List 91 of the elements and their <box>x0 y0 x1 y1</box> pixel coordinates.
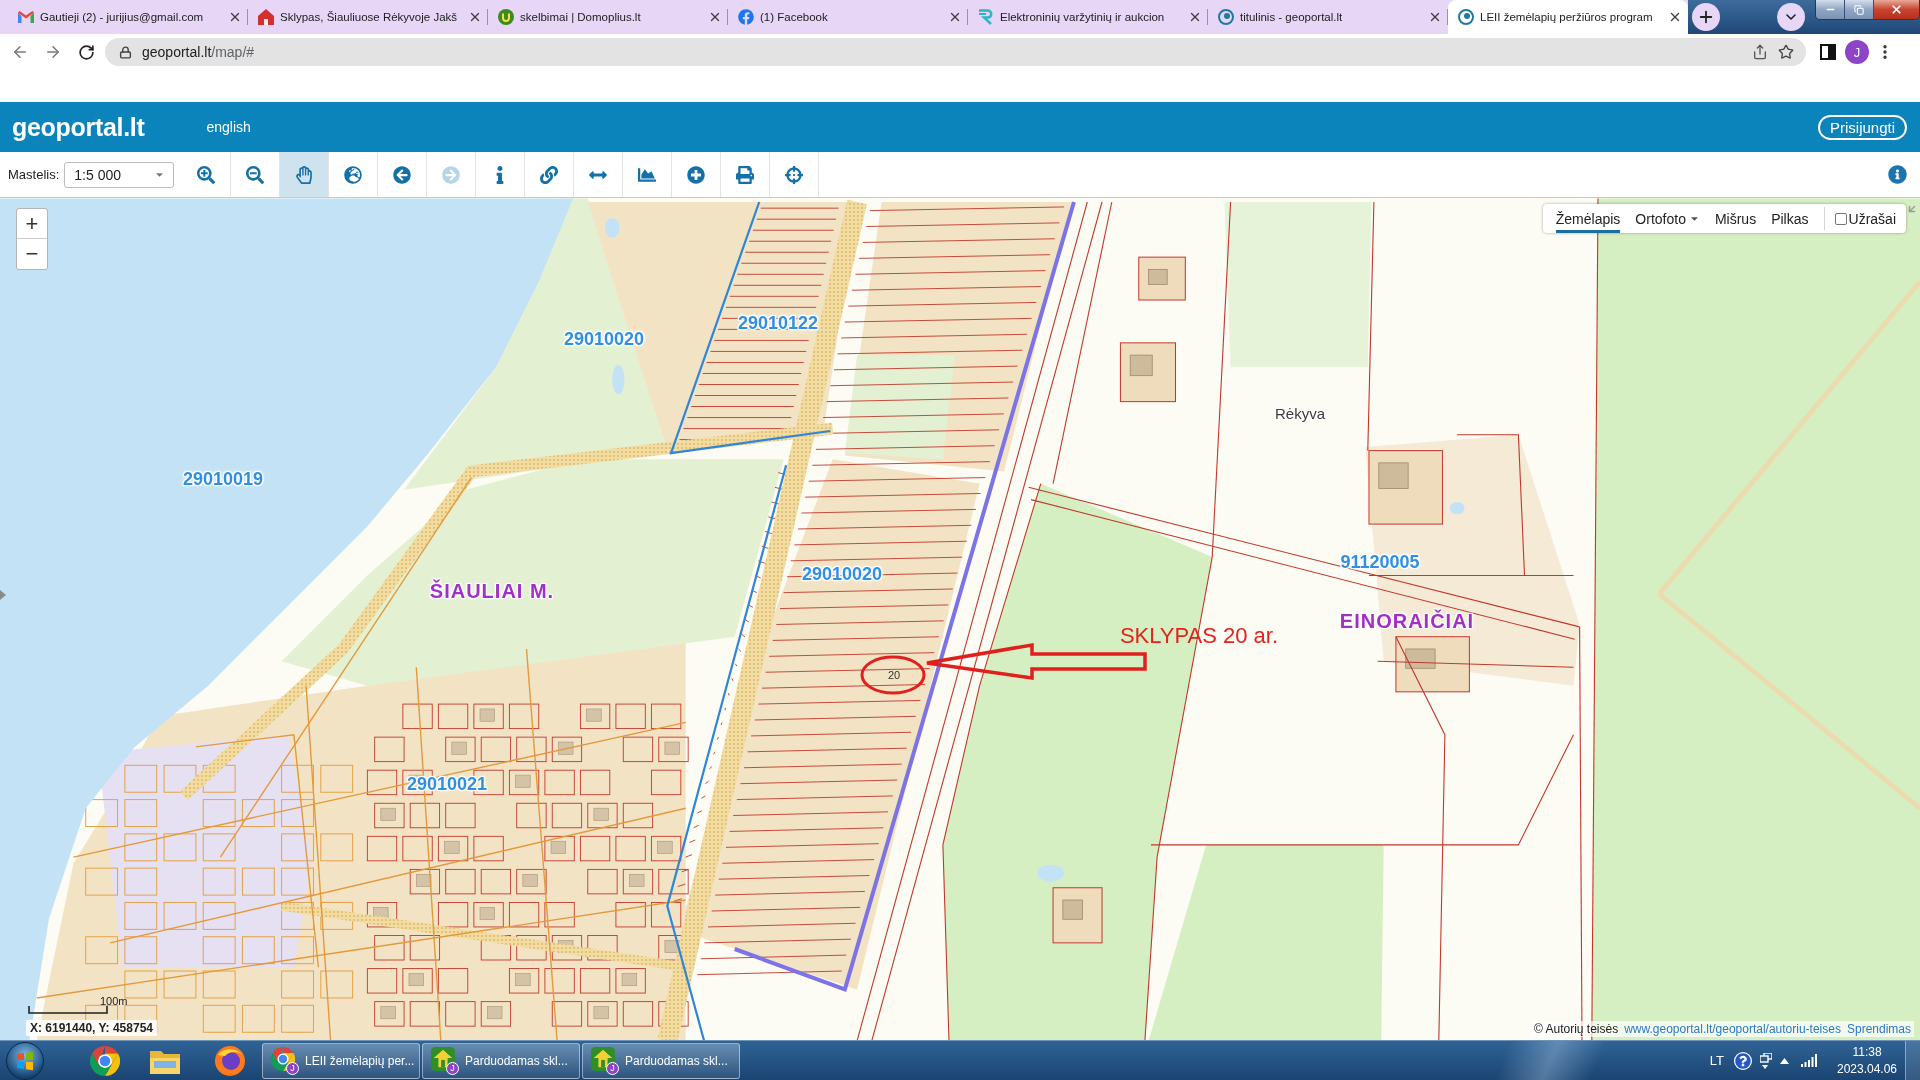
start-orb-icon[interactable] <box>6 1041 44 1080</box>
up-arrow-icon[interactable] <box>1780 1057 1789 1064</box>
scale-label: Mastelis: <box>8 167 60 182</box>
parcel-number-label: 20 <box>887 669 901 681</box>
cadastre-number-label: 29010019 <box>182 468 264 490</box>
close-icon[interactable] <box>228 10 242 24</box>
place-name-label: ŠIAULIAI M. <box>429 579 555 603</box>
copyright-link[interactable]: www.geoportal.lt/geoportal/autoriu-teises <box>1624 1022 1841 1036</box>
cadastre-number-label: 91120005 <box>1340 551 1420 573</box>
zoom-in-icon <box>197 165 215 184</box>
close-icon[interactable] <box>708 10 722 24</box>
address-field[interactable]: geoportal.lt/map/# <box>105 38 1806 66</box>
close-icon[interactable] <box>948 10 962 24</box>
close-icon[interactable] <box>1668 10 1682 24</box>
cadastre-number-label: 29010020 <box>801 563 883 585</box>
tab-search-button[interactable] <box>1777 3 1805 31</box>
village-name-label: Rėkyva <box>1275 404 1325 422</box>
close-icon[interactable] <box>468 10 482 24</box>
eye-logo-icon <box>1458 9 1474 25</box>
swirl-logo-icon <box>978 9 994 25</box>
map-type-tab[interactable]: Pilkas <box>1771 204 1809 233</box>
restore-button[interactable] <box>1845 0 1874 19</box>
language-indicator[interactable]: LT <box>1709 1053 1724 1068</box>
forward-arrow-icon <box>442 165 460 184</box>
link-icon <box>540 165 558 184</box>
back-arrow-icon <box>393 165 411 184</box>
forward-icon[interactable] <box>44 43 62 61</box>
reload-icon[interactable] <box>77 43 95 61</box>
copyright-text: © Autorių teisės <box>1533 1022 1619 1036</box>
badge-logo-icon <box>498 9 514 25</box>
solutions-link[interactable]: Sprendimas <box>1846 1022 1911 1036</box>
facebook-icon <box>738 9 754 25</box>
map-type-tab[interactable]: Žemėlapis <box>1555 204 1621 233</box>
cadastre-number-label: 29010020 <box>563 328 645 350</box>
house-app-icon <box>431 1046 455 1071</box>
browser-icon <box>271 1046 295 1071</box>
browser-tab[interactable]: LEII žemėlapių peržiūros program <box>1448 0 1688 34</box>
round-app-icon[interactable] <box>215 1045 245 1076</box>
scale-bar-label: 100m <box>100 995 128 1007</box>
house-icon <box>258 9 274 25</box>
taskbar-window-button[interactable]: J LEII žemėlapių per... <box>262 1042 420 1079</box>
side-panel-icon[interactable] <box>1820 44 1836 60</box>
display-icon[interactable] <box>1760 1052 1772 1069</box>
close-icon[interactable] <box>1428 10 1442 24</box>
share-icon[interactable] <box>1752 44 1768 60</box>
checkbox-label[interactable]: Užrašai <box>1848 210 1896 227</box>
area-chart-icon <box>638 165 656 184</box>
globe-icon <box>344 165 362 184</box>
info-icon[interactable] <box>1888 165 1907 184</box>
back-icon[interactable] <box>11 43 29 61</box>
close-icon[interactable] <box>1188 10 1202 24</box>
restore-icon <box>1854 4 1864 15</box>
minimize-button[interactable] <box>1816 0 1845 19</box>
hand-icon <box>295 165 313 184</box>
crosshair-icon <box>785 165 803 184</box>
browser-icon[interactable] <box>90 1045 120 1076</box>
taskbar-window-button[interactable]: J Parduodamas skl... <box>582 1042 740 1079</box>
map-type-tab[interactable]: Mišrus <box>1714 204 1757 233</box>
map-type-tab[interactable]: Ortofoto <box>1635 204 1700 233</box>
lock-icon[interactable] <box>119 45 132 59</box>
scale-select[interactable]: 1:5 000 <box>64 161 175 188</box>
new-tab-button[interactable] <box>1692 3 1720 31</box>
zoom-out-icon <box>246 165 264 184</box>
coordinates-text: X: 6191440, Y: 458754 <box>26 1020 157 1036</box>
house-app-icon <box>591 1046 615 1071</box>
signal-icon[interactable] <box>1801 1054 1818 1067</box>
pan-button[interactable] <box>280 152 329 197</box>
show-desktop-button[interactable] <box>1905 1041 1920 1080</box>
eye-logo-icon <box>1218 9 1234 25</box>
login-button[interactable]: Prisijungti <box>1817 114 1907 140</box>
close-icon <box>1890 3 1903 16</box>
site-logo[interactable]: geoportal.lt <box>12 112 145 142</box>
mail-icon <box>18 11 34 23</box>
annotation-text: SKLYPAS 20 ar. <box>1119 623 1279 649</box>
plus-icon <box>1697 8 1715 26</box>
taskbar-window-button[interactable]: J Parduodamas skl... <box>422 1042 580 1079</box>
ellipse-annotation <box>860 655 926 695</box>
clock-date: 2023.04.06 <box>1836 1060 1898 1078</box>
expand-arrow-icon[interactable] <box>0 590 6 600</box>
clock-time: 11:38 <box>1852 1043 1882 1061</box>
star-icon[interactable] <box>1778 44 1794 60</box>
checkbox[interactable] <box>1834 212 1847 225</box>
window-close-button[interactable] <box>1874 0 1919 19</box>
print-icon <box>736 165 754 184</box>
profile-avatar[interactable]: J <box>1845 40 1869 64</box>
plus-icon <box>687 165 705 184</box>
help-icon[interactable] <box>1734 1051 1752 1070</box>
place-name-label: EINORAIČIAI <box>1339 609 1475 633</box>
language-link[interactable]: english <box>206 119 251 135</box>
zoom-out-button[interactable]: − <box>17 239 47 269</box>
zoom-in-button[interactable]: + <box>17 209 47 239</box>
